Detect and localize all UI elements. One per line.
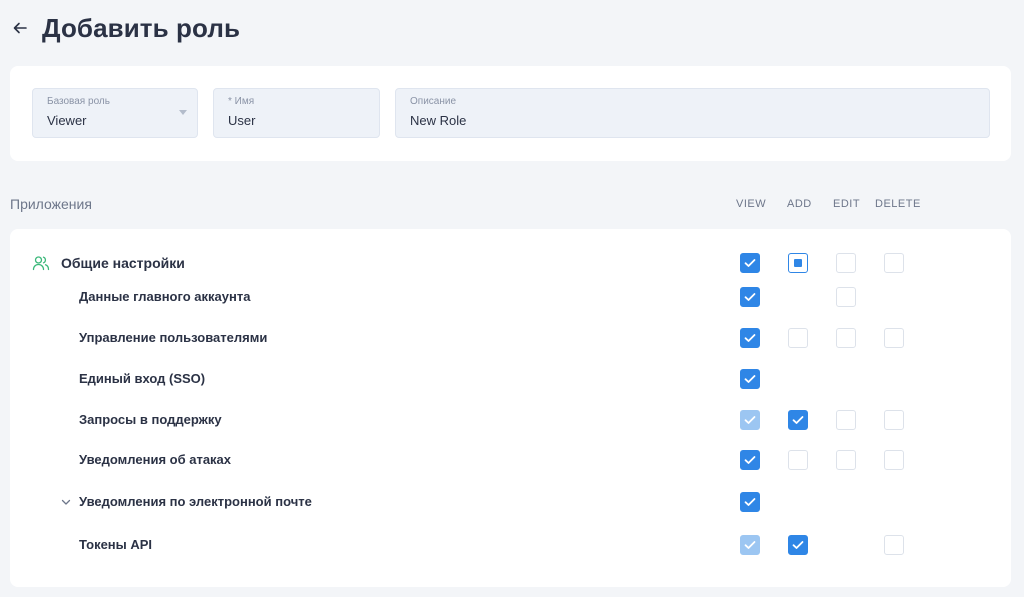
base-role-label: Базовая роль [47, 96, 110, 107]
edit-checkbox[interactable] [836, 253, 856, 273]
description-field[interactable]: Описание New Role [395, 88, 990, 138]
view-checkbox[interactable] [740, 328, 760, 348]
add-checkbox[interactable] [788, 328, 808, 348]
dropdown-caret-icon [179, 110, 187, 115]
delete-checkbox[interactable] [884, 253, 904, 273]
applications-section-label: Приложения [10, 196, 92, 212]
edit-checkbox[interactable] [836, 287, 856, 307]
base-role-value: Viewer [47, 113, 87, 128]
description-label: Описание [410, 96, 457, 107]
permission-row-label: Управление пользователями [79, 330, 268, 345]
back-arrow-icon[interactable] [10, 18, 30, 38]
permission-row: Данные главного аккаунта [10, 285, 1011, 309]
permission-row: Запросы в поддержку [10, 408, 1011, 432]
edit-checkbox[interactable] [836, 328, 856, 348]
delete-checkbox[interactable] [884, 450, 904, 470]
delete-checkbox[interactable] [884, 535, 904, 555]
view-checkbox [740, 410, 760, 430]
view-checkbox[interactable] [740, 492, 760, 512]
role-fields-card: Базовая роль Viewer * Имя User Описание … [10, 66, 1011, 161]
edit-checkbox[interactable] [836, 450, 856, 470]
permission-row-label: Запросы в поддержку [79, 412, 222, 427]
name-field[interactable]: * Имя User [213, 88, 380, 138]
column-header-add: ADD [787, 198, 812, 210]
permission-group-label: Общие настройки [61, 255, 185, 271]
name-label: * Имя [228, 96, 255, 107]
permission-row-label: Уведомления об атаках [79, 452, 232, 467]
view-checkbox[interactable] [740, 287, 760, 307]
description-value: New Role [410, 113, 467, 128]
column-header-delete: DELETE [875, 198, 921, 210]
delete-checkbox[interactable] [884, 328, 904, 348]
view-checkbox[interactable] [740, 450, 760, 470]
permission-row: Управление пользователями [10, 326, 1011, 350]
permission-row-label: Токены API [79, 537, 153, 552]
page-header: Добавить роль [10, 8, 240, 48]
add-checkbox[interactable] [788, 450, 808, 470]
permission-group-general: Общие настройки [10, 251, 1011, 275]
chevron-down-icon[interactable] [60, 495, 72, 507]
permission-row-label: Данные главного аккаунта [79, 289, 251, 304]
permissions-card: Общие настройки Данные главного аккаунта… [10, 229, 1011, 587]
permission-row: Уведомления об атаках [10, 448, 1011, 472]
permission-row-label: Уведомления по электронной почте [79, 494, 312, 509]
page-title: Добавить роль [42, 12, 241, 43]
name-value: User [228, 113, 256, 128]
permission-row: Токены API [10, 533, 1011, 557]
view-checkbox[interactable] [740, 369, 760, 389]
add-checkbox[interactable] [788, 253, 808, 273]
users-icon [32, 254, 50, 272]
column-header-edit: EDIT [833, 198, 861, 210]
view-checkbox [740, 535, 760, 555]
permission-row-label: Единый вход (SSO) [79, 371, 206, 386]
view-checkbox[interactable] [740, 253, 760, 273]
base-role-select[interactable]: Базовая роль Viewer [32, 88, 198, 138]
column-header-view: VIEW [736, 198, 767, 210]
add-checkbox[interactable] [788, 410, 808, 430]
add-checkbox[interactable] [788, 535, 808, 555]
permission-row: Единый вход (SSO) [10, 367, 1011, 391]
permission-row: Уведомления по электронной почте [10, 490, 1011, 514]
delete-checkbox[interactable] [884, 410, 904, 430]
edit-checkbox[interactable] [836, 410, 856, 430]
